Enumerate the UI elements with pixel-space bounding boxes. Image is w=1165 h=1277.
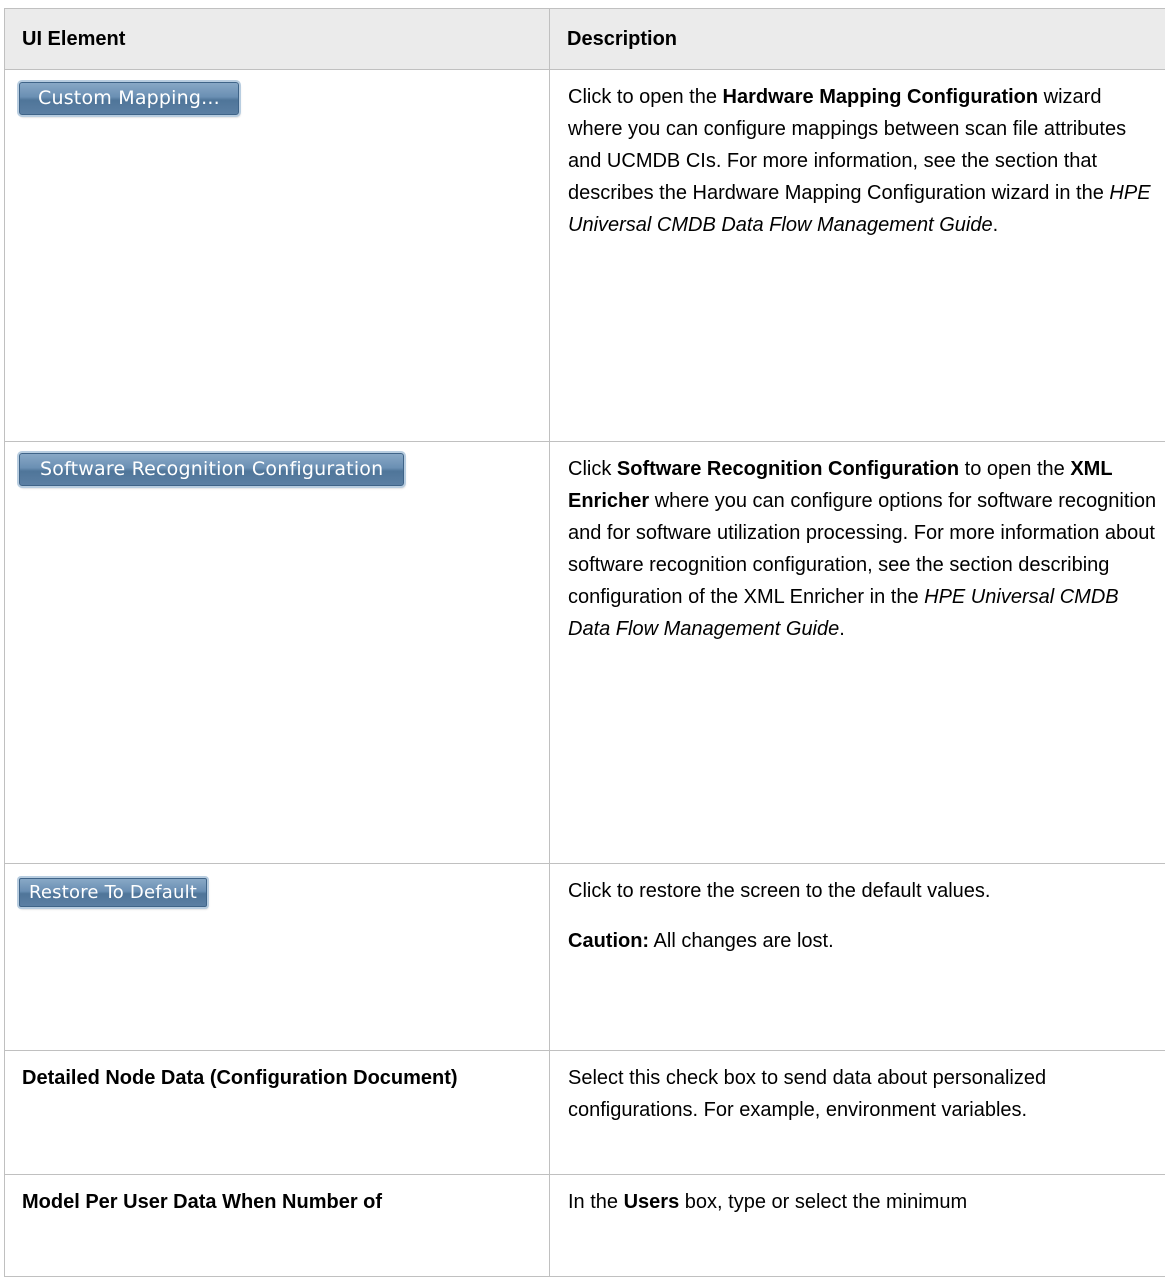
ui-element-cell: Restore To Default xyxy=(5,864,550,1051)
description-bold-text: Hardware Mapping Configuration xyxy=(723,86,1039,108)
ui-element-cell: Custom Mapping... xyxy=(5,70,550,442)
caution-text: All changes are lost. xyxy=(649,930,834,952)
column-header-description: Description xyxy=(550,9,1165,70)
ui-element-cell: Software Recognition Configuration xyxy=(5,442,550,864)
description-cell: In the Users box, type or select the min… xyxy=(550,1175,1165,1277)
description-bold-text: Software Recognition Configuration xyxy=(617,458,959,480)
option-label-detailed-node-data: Detailed Node Data (Configuration Docume… xyxy=(5,1051,550,1175)
table-row: Software Recognition Configuration Click… xyxy=(5,442,1165,864)
option-label-model-per-user-data: Model Per User Data When Number of xyxy=(5,1175,550,1277)
description-text: box, type or select the minimum xyxy=(679,1191,967,1213)
custom-mapping-button[interactable]: Custom Mapping... xyxy=(19,82,239,115)
column-header-ui-element: UI Element xyxy=(5,9,550,70)
table-row: Custom Mapping... Click to open the Hard… xyxy=(5,70,1165,442)
caution-label: Caution: xyxy=(568,930,649,952)
description-bold-text: Users xyxy=(624,1191,680,1213)
description-text: Click xyxy=(568,458,617,480)
description-cell: Select this check box to send data about… xyxy=(550,1051,1165,1175)
table-row: Detailed Node Data (Configuration Docume… xyxy=(5,1051,1165,1175)
ui-element-table: UI Element Description Custom Mapping...… xyxy=(4,8,1165,1277)
description-text: Select this check box to send data about… xyxy=(568,1067,1046,1121)
description-cell: Click to open the Hardware Mapping Confi… xyxy=(550,70,1165,442)
description-text: to open the xyxy=(959,458,1070,480)
restore-to-default-button[interactable]: Restore To Default xyxy=(19,878,207,907)
description-text: Click to open the xyxy=(568,86,723,108)
description-cell: Click to restore the screen to the defau… xyxy=(550,864,1165,1051)
description-cell: Click Software Recognition Configuration… xyxy=(550,442,1165,864)
software-recognition-configuration-button[interactable]: Software Recognition Configuration xyxy=(19,453,404,486)
description-text: . xyxy=(839,618,845,640)
table-row: Model Per User Data When Number of In th… xyxy=(5,1175,1165,1277)
caution-note: Caution: All changes are lost. xyxy=(568,925,1158,957)
description-text: In the xyxy=(568,1191,624,1213)
description-text: . xyxy=(993,214,999,236)
description-text: Click to restore the screen to the defau… xyxy=(568,875,1158,907)
table-row: Restore To Default Click to restore the … xyxy=(5,864,1165,1051)
table-header-row: UI Element Description xyxy=(5,9,1165,70)
